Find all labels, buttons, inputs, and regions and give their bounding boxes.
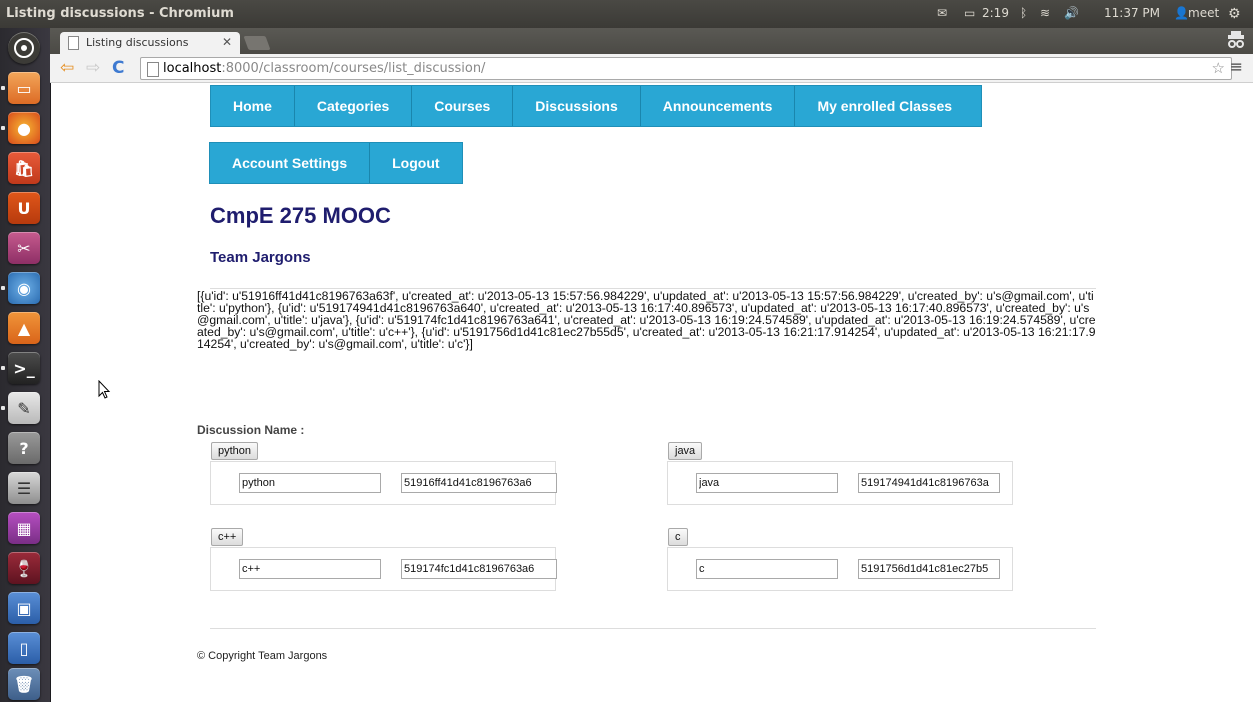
usb-drive-icon[interactable]: ▯ <box>8 632 40 664</box>
discussion-card <box>210 547 557 591</box>
back-icon[interactable]: ⇦ <box>60 58 74 78</box>
discussion-id-input[interactable] <box>401 473 557 493</box>
browser-toolbar: ⇦ ⇨ C localhost:8000/classroom/courses/l… <box>50 54 1253 83</box>
discussion-card <box>667 547 1013 591</box>
discussion-name-input[interactable] <box>239 559 381 579</box>
discussion-name-input[interactable] <box>696 473 838 493</box>
discussion-button-cpp[interactable]: c++ <box>211 528 244 546</box>
battery-time: 2:19 <box>982 6 1009 20</box>
raw-discussion-data: [{u'id': u'51916ff41d41c8196763a63f', u'… <box>197 289 1096 351</box>
workspaces-icon[interactable]: ▣ <box>8 592 40 624</box>
mouse-cursor-icon <box>98 380 111 399</box>
user-icon[interactable]: 👤 <box>1174 6 1189 20</box>
ubuntu-one-icon[interactable]: U <box>8 192 40 224</box>
discussion-name-input[interactable] <box>239 473 381 493</box>
vlc-icon[interactable]: ▲ <box>8 312 40 344</box>
star-icon[interactable]: ☆ <box>1212 58 1225 79</box>
discussion-button-c[interactable]: c <box>668 528 688 546</box>
text-editor-icon[interactable]: ✎ <box>8 392 40 424</box>
close-icon[interactable]: ✕ <box>222 35 232 49</box>
workspace-switcher-icon[interactable]: ▦ <box>8 512 40 544</box>
wifi-icon[interactable]: ≋ <box>1040 6 1050 20</box>
page-icon <box>68 36 79 50</box>
window-title: Listing discussions - Chromium <box>6 6 234 21</box>
help-icon[interactable]: ? <box>8 432 40 464</box>
nav-categories[interactable]: Categories <box>295 86 413 126</box>
firefox-icon[interactable]: ● <box>8 112 40 144</box>
top-panel: Listing discussions - Chromium ✉ ▭ 2:19 … <box>0 0 1253 28</box>
discussion-name-input[interactable] <box>696 559 838 579</box>
discussion-id-input[interactable] <box>401 559 557 579</box>
discussion-button-python[interactable]: python <box>211 442 259 460</box>
tab-strip: Listing discussions ✕ <box>50 28 1253 54</box>
nav-logout[interactable]: Logout <box>370 143 461 183</box>
wine-icon[interactable]: 🍷 <box>8 552 40 584</box>
reload-icon[interactable]: C <box>112 58 124 78</box>
clock[interactable]: 11:37 PM <box>1104 6 1160 20</box>
discussion-id-input[interactable] <box>858 559 1000 579</box>
discussion-name-label: Discussion Name : <box>197 423 305 437</box>
mail-icon[interactable]: ✉ <box>937 6 947 20</box>
main-nav: Home Categories Courses Discussions Anno… <box>210 85 983 127</box>
page-icon <box>147 62 159 77</box>
forward-icon[interactable]: ⇨ <box>86 58 100 78</box>
user-name[interactable]: meet <box>1188 6 1219 20</box>
settings-icon[interactable]: ✂ <box>8 232 40 264</box>
volume-icon[interactable]: 🔊 <box>1064 6 1079 20</box>
nav-courses[interactable]: Courses <box>412 86 514 126</box>
browser-tab[interactable]: Listing discussions ✕ <box>60 32 240 54</box>
gear-icon[interactable]: ⚙ <box>1228 6 1241 22</box>
divider <box>210 628 1096 629</box>
battery-icon[interactable]: ▭ <box>964 6 975 20</box>
discussion-card <box>210 461 557 505</box>
incognito-icon <box>1228 31 1244 48</box>
menu-icon[interactable]: ≡ <box>1230 57 1243 76</box>
nav-discussions[interactable]: Discussions <box>513 86 641 126</box>
tab-title: Listing discussions <box>86 36 189 49</box>
page-viewport: Home Categories Courses Discussions Anno… <box>51 83 1253 702</box>
page-title: CmpE 275 MOOC <box>210 203 391 228</box>
footer-copyright: © Copyright Team Jargons <box>197 650 328 662</box>
discussion-card <box>667 461 1013 505</box>
url-path: :8000/classroom/courses/list_discussion/ <box>221 61 486 76</box>
nav-announcements[interactable]: Announcements <box>641 86 796 126</box>
nav-account-settings[interactable]: Account Settings <box>210 143 371 183</box>
nav-my-enrolled-classes[interactable]: My enrolled Classes <box>795 86 981 126</box>
files-icon[interactable]: ▭ <box>8 72 40 104</box>
software-center-icon[interactable]: 🛍 <box>8 152 40 184</box>
address-bar[interactable]: localhost:8000/classroom/courses/list_di… <box>140 57 1232 80</box>
new-tab-button[interactable] <box>243 36 271 50</box>
chromium-icon[interactable]: ◉ <box>8 272 40 304</box>
bluetooth-icon[interactable]: ᛒ <box>1020 6 1027 20</box>
dash-icon[interactable] <box>8 32 40 64</box>
nav-home[interactable]: Home <box>211 86 295 126</box>
url-host: localhost <box>163 61 222 76</box>
trash-icon[interactable]: 🗑 <box>8 668 40 700</box>
page-subtitle: Team Jargons <box>210 249 311 266</box>
discussion-button-java[interactable]: java <box>668 442 703 460</box>
terminal-icon[interactable]: >_ <box>8 352 40 384</box>
account-nav: Account Settings Logout <box>209 142 463 184</box>
launcher: ▭ ● 🛍 U ✂ ◉ ▲ >_ ✎ ? ☰ ▦ 🍷 ▣ ▯ 🗑 <box>0 28 51 702</box>
database-icon[interactable]: ☰ <box>8 472 40 504</box>
discussion-id-input[interactable] <box>858 473 1000 493</box>
